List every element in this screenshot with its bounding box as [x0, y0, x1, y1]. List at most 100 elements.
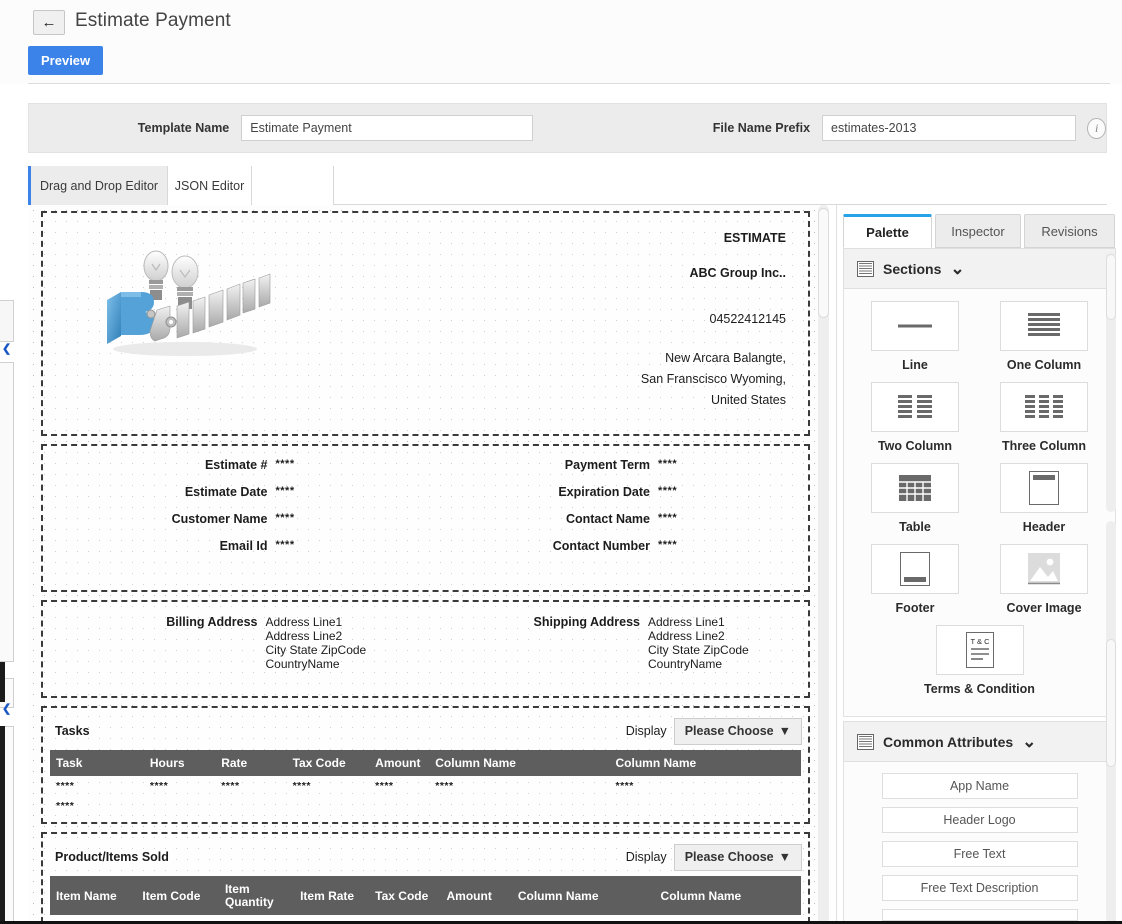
template-name-input[interactable] — [241, 115, 534, 141]
attribute-free-text-description[interactable]: Free Text Description — [881, 875, 1078, 901]
gutter-dark-bar-lower — [0, 726, 5, 924]
palette-item-footer[interactable]: Footer — [851, 544, 980, 615]
business-logo-image[interactable] — [93, 238, 273, 358]
tab-json-editor[interactable]: JSON Editor — [168, 166, 252, 205]
company-address-line-3: United States — [710, 393, 786, 407]
tasks-cell: **** — [292, 780, 311, 792]
palette-item-terms-and-condition[interactable]: T & C Terms & Condition — [915, 625, 1044, 696]
palette-item-line[interactable]: Line — [851, 301, 980, 372]
company-address-line-2: San Franscisco Wyoming, — [640, 372, 786, 386]
palette-label: Line — [902, 358, 928, 372]
header-icon — [1000, 463, 1088, 513]
field-row: Estimate # **** Payment Term **** — [43, 458, 808, 485]
info-icon[interactable]: i — [1087, 117, 1106, 139]
tasks-cell: **** — [56, 780, 75, 792]
chevron-down-icon[interactable]: ⌄ — [950, 260, 964, 277]
palette-scrollbar-thumb[interactable] — [1106, 254, 1116, 320]
field-value-estimate-date[interactable]: **** — [276, 485, 426, 499]
shipping-address-label: Shipping Address — [533, 615, 641, 629]
table-row: **** **** **** **** **** **** **** — [50, 776, 801, 796]
attribute-partial-next[interactable] — [881, 909, 1078, 921]
products-col-amount: Amount — [440, 876, 512, 915]
palette-item-header[interactable]: Header — [980, 463, 1109, 534]
tab-inspector[interactable]: Inspector — [935, 214, 1021, 248]
document-address-section[interactable]: Billing Address Address Line1 Address Li… — [41, 600, 810, 698]
palette-label: Terms & Condition — [924, 682, 1035, 696]
products-table[interactable]: Item Name Item Code Item Quantity Item R… — [50, 876, 801, 915]
preview-button[interactable]: Preview — [28, 46, 104, 75]
palette-item-one-column[interactable]: One Column — [980, 301, 1109, 372]
panel-expand-chevron-icon-top[interactable]: ❮ — [2, 344, 11, 355]
billing-address-lines[interactable]: Address Line1 Address Line2 City State Z… — [266, 615, 426, 671]
company-address-line-1: New Arcara Balangte, — [665, 351, 786, 365]
tasks-table-section[interactable]: Tasks Display Please Choose ▼ Task Hours… — [41, 706, 810, 824]
tasks-col-tax-code: Tax Code — [286, 750, 370, 776]
canvas-scrollbar[interactable] — [818, 205, 829, 924]
chevron-down-icon: ▼ — [778, 724, 791, 738]
products-table-section[interactable]: Product/Items Sold Display Please Choose… — [41, 832, 810, 923]
products-title: Product/Items Sold — [55, 850, 169, 864]
palette-scrollbar[interactable] — [1106, 252, 1116, 512]
field-value-estimate-number[interactable]: **** — [276, 458, 426, 472]
tasks-cell — [369, 796, 429, 816]
right-panel-tabs: Palette Inspector Revisions — [843, 214, 1122, 248]
field-value-contact-name[interactable]: **** — [658, 512, 808, 526]
three-column-icon — [1000, 382, 1088, 432]
palette-item-three-column[interactable]: Three Column — [980, 382, 1109, 453]
attributes-icon — [857, 733, 874, 750]
palette-item-two-column[interactable]: Two Column — [851, 382, 980, 453]
template-canvas-viewport[interactable]: ESTIMATE ABC Group Inc.. 04522412145 New… — [28, 205, 837, 924]
palette-label: Three Column — [1001, 439, 1087, 453]
tab-palette[interactable]: Palette — [843, 214, 932, 248]
shipping-address-lines[interactable]: Address Line1 Address Line2 City State Z… — [648, 615, 808, 671]
tasks-cell: **** — [615, 780, 634, 792]
company-name: ABC Group Inc.. — [689, 266, 786, 280]
tasks-table[interactable]: Task Hours Rate Tax Code Amount Column N… — [50, 750, 801, 816]
tab-revisions[interactable]: Revisions — [1024, 214, 1115, 248]
document-type-label: ESTIMATE — [723, 231, 786, 245]
billing-line-3: City State ZipCode — [265, 643, 367, 657]
document-header-section[interactable]: ESTIMATE ABC Group Inc.. 04522412145 New… — [41, 211, 810, 436]
palette-item-cover-image[interactable]: Cover Image — [980, 544, 1109, 615]
tasks-col-column-name-2: Column Name — [609, 750, 801, 776]
chevron-down-icon: ▼ — [778, 850, 791, 864]
accordion-header-common-attributes[interactable]: Common Attributes ⌄ — [843, 721, 1116, 762]
tasks-cell: **** — [56, 800, 75, 812]
field-value-contact-number[interactable]: **** — [658, 539, 808, 553]
tasks-title: Tasks — [55, 724, 90, 738]
shipping-line-3: City State ZipCode — [648, 643, 749, 657]
chevron-down-icon[interactable]: ⌄ — [1022, 733, 1036, 750]
accordion-header-sections[interactable]: Sections ⌄ — [843, 248, 1116, 289]
right-panel-scrollbar[interactable] — [1106, 521, 1116, 924]
accordion-body-common-attributes: App Name Header Logo Free Text Free Text… — [843, 762, 1116, 924]
attributes-list: App Name Header Logo Free Text Free Text… — [844, 762, 1115, 924]
field-value-payment-term[interactable]: **** — [658, 458, 808, 472]
tab-drag-and-drop-editor[interactable]: Drag and Drop Editor — [28, 166, 168, 205]
attribute-header-logo[interactable]: Header Logo — [881, 807, 1078, 833]
tasks-display-dropdown[interactable]: Please Choose ▼ — [673, 717, 802, 745]
canvas-scrollbar-thumb[interactable] — [818, 208, 829, 318]
shipping-line-4: CountryName — [648, 657, 723, 671]
template-meta-bar: Template Name File Name Prefix i — [28, 103, 1107, 153]
shipping-line-1: Address Line1 — [648, 615, 725, 629]
billing-line-2: Address Line2 — [265, 629, 343, 643]
back-button[interactable]: ← — [33, 10, 65, 35]
field-value-customer-name[interactable]: **** — [276, 512, 426, 526]
field-label-contact-name: Contact Name — [565, 512, 650, 526]
attribute-free-text[interactable]: Free Text — [881, 841, 1078, 867]
file-prefix-input[interactable] — [822, 115, 1077, 141]
billing-line-1: Address Line1 — [265, 615, 343, 629]
document-fields-section[interactable]: Estimate # **** Payment Term **** Estimate… — [41, 444, 810, 592]
palette-item-table[interactable]: Table — [851, 463, 980, 534]
field-row: Customer Name **** Contact Name **** — [43, 512, 808, 539]
attribute-app-name[interactable]: App Name — [881, 773, 1078, 799]
field-value-email-id[interactable]: **** — [276, 539, 426, 553]
products-display-dropdown[interactable]: Please Choose ▼ — [673, 843, 802, 871]
panel-expand-chevron-icon-bottom[interactable]: ❮ — [2, 704, 11, 715]
right-panel-scrollbar-thumb[interactable] — [1106, 639, 1116, 767]
field-value-expiration-date[interactable]: **** — [658, 485, 808, 499]
palette-label: One Column — [1006, 358, 1082, 372]
tasks-cell — [287, 796, 370, 816]
tasks-col-column-name-1: Column Name — [429, 750, 610, 776]
template-canvas[interactable]: ESTIMATE ABC Group Inc.. 04522412145 New… — [28, 205, 823, 924]
